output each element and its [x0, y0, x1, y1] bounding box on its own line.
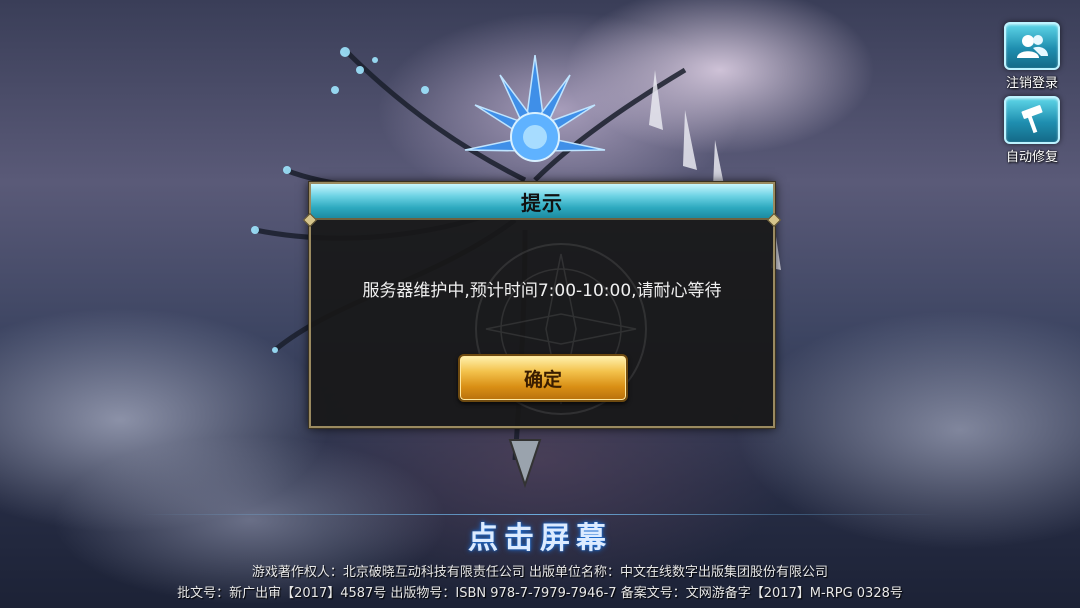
confirm-label: 确定: [523, 368, 562, 391]
confirm-button[interactable]: 确定: [458, 354, 628, 402]
logout-button[interactable]: 注销登录: [1002, 22, 1062, 91]
dialog-title: 提示: [521, 190, 563, 215]
dialog-message: 服务器维护中,预计时间7:00-10:00,请耐心等待: [362, 281, 722, 301]
tap-screen-prompt[interactable]: 点击屏幕: [0, 513, 1080, 557]
auto-repair-label: 自动修复: [1005, 150, 1058, 165]
auto-repair-button[interactable]: 自动修复: [1002, 96, 1062, 165]
users-icon: [1004, 22, 1060, 70]
hammer-icon: [1004, 96, 1060, 144]
license-line: 批文号：新广出审【2017】4587号 出版物号：ISBN 978-7-7979…: [177, 586, 903, 601]
notice-dialog: 提示 服务器维护中,预计时间7:00-10:00,请耐心等待 确定: [302, 182, 782, 428]
crystal-flower-illustration: [464, 55, 606, 162]
logout-label: 注销登录: [1005, 76, 1058, 91]
dialog-title-bar: 提示: [311, 184, 773, 220]
copyright-line: 游戏著作权人：北京破晓互动科技有限责任公司 出版单位名称：中文在线数字出版集团股…: [251, 565, 829, 580]
